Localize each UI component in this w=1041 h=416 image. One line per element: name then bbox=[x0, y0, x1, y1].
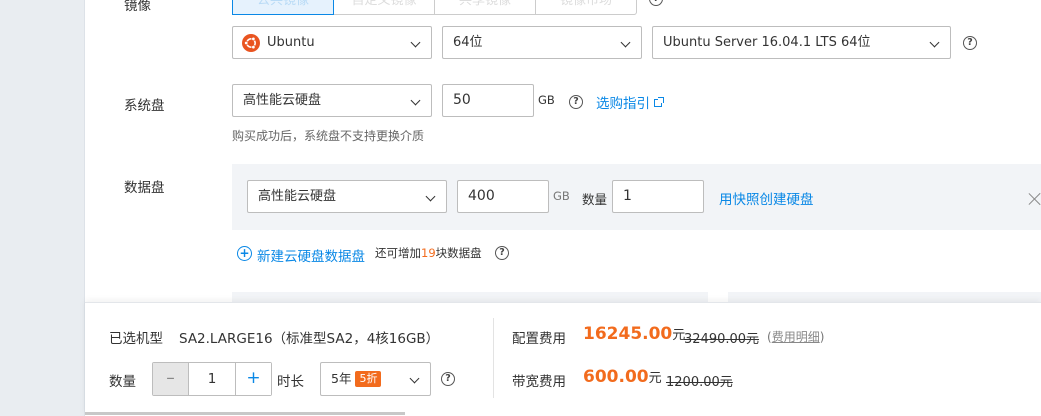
chevron-down-icon bbox=[929, 37, 940, 48]
os-select-value: Ubuntu bbox=[267, 35, 315, 50]
external-link-icon bbox=[654, 97, 664, 107]
os-select[interactable]: Ubuntu bbox=[232, 26, 432, 59]
discount-badge: 5折 bbox=[355, 371, 382, 387]
plus-circle-icon[interactable]: + bbox=[237, 246, 252, 261]
system-disk-help-icon[interactable]: ? bbox=[569, 95, 583, 109]
selected-model-value: SA2.LARGE16（标准型SA2，4核16GB） bbox=[179, 331, 440, 347]
duration-help-icon[interactable]: ? bbox=[441, 372, 455, 386]
image-help-icon[interactable]: ? bbox=[649, 0, 663, 6]
arch-select-value: 64位 bbox=[453, 35, 483, 50]
version-select-value: Ubuntu Server 16.04.1 LTS 64位 bbox=[663, 35, 871, 50]
tab-public-image[interactable]: 公共镜像 bbox=[232, 0, 334, 15]
add-data-disk-hint: 还可增加19块数据盘 bbox=[375, 245, 482, 261]
system-disk-hint: 购买成功后，系统盘不支持更换介质 bbox=[232, 129, 425, 143]
config-fee-price: 16245.00元 bbox=[583, 324, 685, 344]
system-disk-type-value: 高性能云硬盘 bbox=[243, 93, 322, 108]
version-select[interactable]: Ubuntu Server 16.04.1 LTS 64位 bbox=[652, 26, 951, 59]
chevron-down-icon bbox=[409, 373, 420, 384]
chevron-down-icon bbox=[410, 95, 421, 106]
bandwidth-fee-price: 600.00元 bbox=[583, 367, 662, 387]
footer-divider bbox=[493, 318, 494, 398]
tab-image-market[interactable]: 镜像市场 bbox=[536, 0, 637, 15]
duration-select[interactable]: 5年 5折 bbox=[320, 362, 431, 396]
snapshot-create-link[interactable]: 用快照创建硬盘 bbox=[719, 188, 814, 208]
system-disk-size-input[interactable]: 50 bbox=[442, 84, 534, 117]
horizontal-scrollbar[interactable] bbox=[85, 412, 405, 415]
config-fee-original: 32490.00元 bbox=[684, 332, 760, 347]
page: 镜像 公共镜像 自定义镜像 共享镜像 镜像市场 ? Ubuntu 64位 Ubu… bbox=[0, 0, 1041, 416]
selected-model-label: 已选机型 bbox=[109, 331, 163, 347]
version-help-icon[interactable]: ? bbox=[963, 36, 977, 50]
data-disk-label: 数据盘 bbox=[124, 180, 165, 196]
chevron-down-icon bbox=[620, 37, 631, 48]
chevron-down-icon bbox=[425, 191, 436, 202]
ubuntu-logo-icon bbox=[242, 34, 260, 52]
decrement-button[interactable]: – bbox=[153, 363, 189, 395]
data-disk-qty-input[interactable]: 1 bbox=[612, 180, 704, 213]
image-tabs: 公共镜像 自定义镜像 共享镜像 镜像市场 bbox=[232, 0, 637, 15]
duration-value: 5年 bbox=[331, 371, 352, 386]
data-disk-unit: GB bbox=[553, 189, 570, 203]
bandwidth-fee-label: 带宽费用 bbox=[512, 374, 566, 390]
data-disk-type-value: 高性能云硬盘 bbox=[258, 189, 337, 204]
remove-data-disk-close-icon[interactable] bbox=[1028, 192, 1041, 206]
system-disk-unit: GB bbox=[538, 93, 555, 107]
bandwidth-fee-original: 1200.00元 bbox=[666, 375, 733, 390]
add-hint-suffix: 块数据盘 bbox=[435, 246, 482, 260]
system-disk-label: 系统盘 bbox=[124, 98, 165, 114]
fee-detail-close-paren: ) bbox=[819, 330, 825, 344]
add-data-disk-link[interactable]: 新建云硬盘数据盘 bbox=[257, 245, 365, 265]
bandwidth-fee-unit: 元 bbox=[648, 371, 662, 386]
fee-detail: (费用明细) bbox=[767, 328, 824, 345]
data-disk-size-input[interactable]: 400 bbox=[457, 180, 549, 213]
left-sidebar bbox=[0, 0, 85, 416]
fee-detail-link[interactable]: 费用明细 bbox=[772, 330, 820, 344]
chevron-down-icon bbox=[410, 37, 421, 48]
quantity-stepper[interactable]: – 1 + bbox=[152, 362, 272, 396]
increment-button[interactable]: + bbox=[235, 363, 271, 395]
add-hint-prefix: 还可增加 bbox=[375, 246, 421, 260]
system-disk-type-select[interactable]: 高性能云硬盘 bbox=[232, 84, 432, 117]
duration-label: 时长 bbox=[277, 374, 304, 390]
quantity-label: 数量 bbox=[109, 374, 136, 390]
add-hint-count: 19 bbox=[421, 246, 436, 260]
order-summary-footer bbox=[85, 302, 1041, 416]
bandwidth-fee-amount: 600.00 bbox=[583, 367, 649, 387]
tab-shared-image[interactable]: 共享镜像 bbox=[435, 0, 536, 15]
image-label: 镜像 bbox=[124, 0, 151, 14]
quantity-value[interactable]: 1 bbox=[189, 363, 235, 395]
tab-custom-image[interactable]: 自定义镜像 bbox=[334, 0, 435, 15]
config-fee-amount: 16245.00 bbox=[583, 324, 673, 344]
data-disk-qty-label: 数量 bbox=[582, 192, 608, 207]
arch-select[interactable]: 64位 bbox=[442, 26, 642, 59]
config-fee-label: 配置费用 bbox=[512, 331, 566, 347]
purchase-guide-label: 选购指引 bbox=[596, 96, 650, 112]
purchase-guide-link[interactable]: 选购指引 bbox=[596, 92, 664, 112]
data-disk-help-icon[interactable]: ? bbox=[495, 246, 509, 260]
data-disk-type-select[interactable]: 高性能云硬盘 bbox=[247, 180, 447, 213]
